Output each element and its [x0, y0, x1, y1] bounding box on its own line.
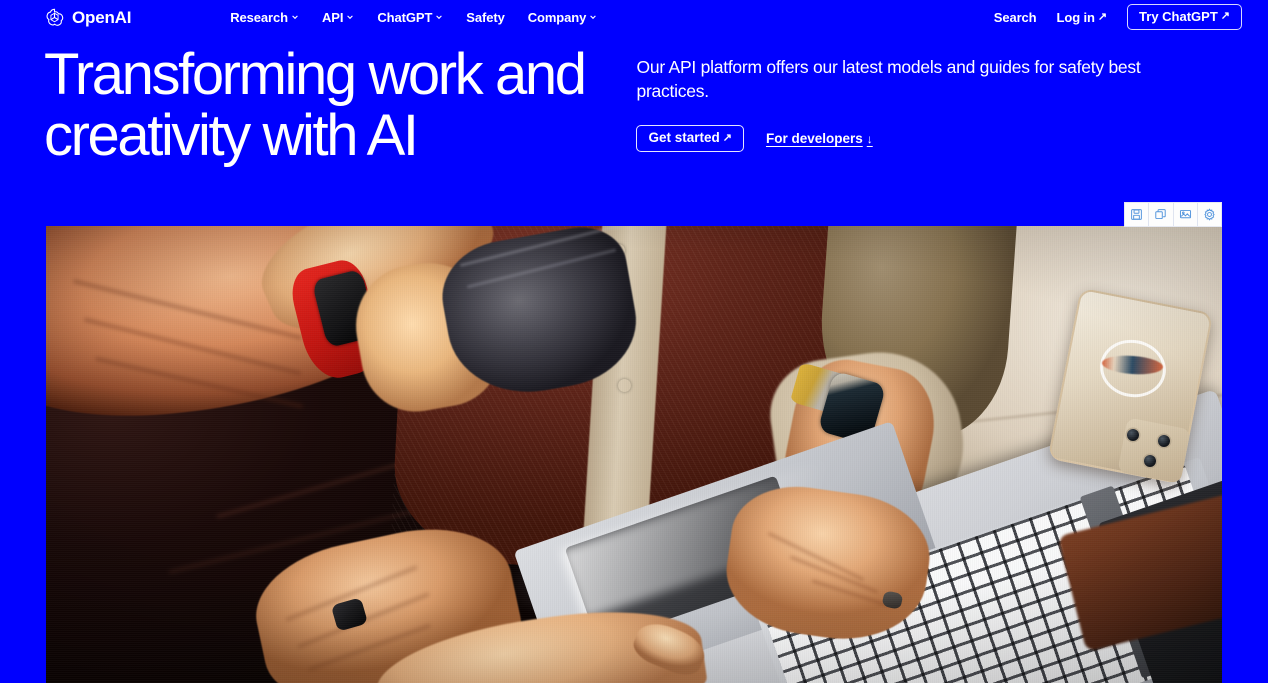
nav-item-label: API [322, 9, 344, 25]
settings-gear-icon [1203, 208, 1216, 221]
copy-icon [1154, 208, 1167, 221]
openai-logo-icon [44, 7, 65, 28]
hero-left-column: Transforming work and creativity with AI [44, 44, 636, 167]
nav-item-label: ChatGPT [377, 9, 433, 25]
nav-item-research[interactable]: Research [230, 11, 299, 24]
arrow-up-right-icon: ↗ [1097, 10, 1108, 23]
hero-description: Our API platform offers our latest model… [636, 57, 1141, 102]
nav-utility-group: Search Log in ↗ Try ChatGPT ↗ [994, 4, 1242, 30]
brand-name: OpenAI [72, 7, 132, 27]
photo-grain [46, 226, 1222, 683]
image-toolbar [1124, 202, 1222, 227]
chevron-down-icon [292, 15, 298, 20]
hero-section: Transforming work and creativity with AI… [0, 34, 1268, 167]
save-icon [1130, 208, 1143, 221]
try-chatgpt-button[interactable]: Try ChatGPT ↗ [1127, 4, 1242, 30]
nav-item-api[interactable]: API [322, 11, 354, 24]
page-title: Transforming work and creativity with AI [44, 42, 587, 169]
nav-item-label: Research [230, 9, 288, 25]
login-link[interactable]: Log in ↗ [1057, 11, 1108, 24]
chevron-down-icon [347, 15, 354, 20]
hero-right-column: Our API platform offers our latest model… [636, 44, 1224, 167]
for-developers-link[interactable]: For developers ↓ [766, 131, 873, 146]
image-icon [1179, 208, 1192, 221]
hero-image[interactable] [46, 226, 1222, 683]
nav-item-chatgpt[interactable]: ChatGPT [377, 11, 443, 24]
primary-nav: Research API ChatGPT Safety Company [230, 11, 597, 24]
search-label: Search [993, 9, 1037, 25]
copy-button[interactable] [1149, 203, 1174, 226]
for-developers-label: For developers [765, 131, 863, 147]
chevron-down-icon [436, 15, 443, 20]
hero-action-group: Get started ↗ For developers ↓ [636, 125, 1224, 152]
image-button[interactable] [1173, 203, 1198, 226]
search-button[interactable]: Search [994, 11, 1037, 24]
settings-button[interactable] [1197, 203, 1221, 226]
get-started-label: Get started [648, 130, 720, 146]
nav-item-safety[interactable]: Safety [466, 9, 505, 25]
nav-item-label: Safety [466, 9, 505, 25]
get-started-button[interactable]: Get started ↗ [636, 125, 744, 152]
nav-item-company[interactable]: Company [528, 11, 598, 24]
nav-item-label: Company [527, 9, 587, 25]
save-button[interactable] [1125, 203, 1150, 226]
arrow-up-right-icon: ↗ [722, 131, 732, 144]
arrow-down-icon: ↓ [866, 131, 873, 146]
login-label: Log in [1056, 9, 1095, 25]
chevron-down-icon [590, 15, 597, 20]
arrow-up-right-icon: ↗ [1220, 10, 1230, 22]
try-chatgpt-label: Try ChatGPT [1139, 9, 1218, 24]
top-navigation-bar: OpenAI Research API ChatGPT Safety Compa… [0, 0, 1268, 34]
brand-logo[interactable]: OpenAI [44, 7, 131, 28]
